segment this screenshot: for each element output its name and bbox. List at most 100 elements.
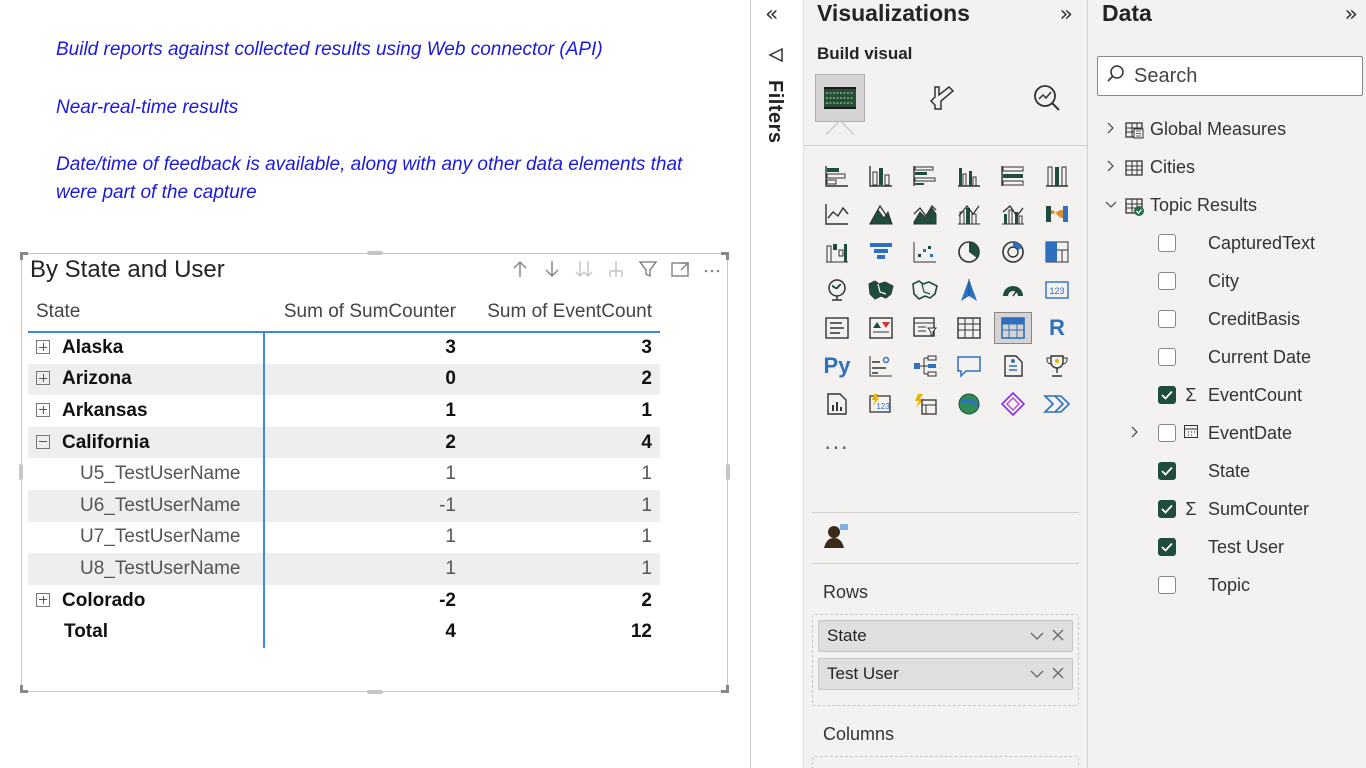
field-checkbox[interactable] [1158, 348, 1176, 366]
table-icon[interactable] [950, 312, 988, 344]
slicer-icon[interactable] [906, 312, 944, 344]
expand-hierarchy-icon[interactable] [605, 258, 627, 280]
expand-plus-icon[interactable] [36, 340, 50, 355]
clustered-bar-chart-icon[interactable] [906, 160, 944, 192]
resize-handle-bottom-right[interactable] [721, 685, 729, 693]
paginated-report-icon[interactable] [818, 388, 856, 420]
multi-row-card-icon[interactable] [818, 312, 856, 344]
field-state[interactable]: State [1088, 453, 1366, 489]
collapse-minus-icon[interactable] [36, 434, 50, 449]
filter-icon[interactable] [637, 258, 659, 280]
area-chart-icon[interactable] [862, 198, 900, 230]
field-checkbox[interactable] [1158, 500, 1176, 518]
chevron-right-icon[interactable] [1104, 159, 1118, 176]
expand-plus-icon[interactable] [36, 371, 50, 386]
field-sumcounter[interactable]: Σ SumCounter [1088, 491, 1366, 527]
donut-chart-icon[interactable] [994, 236, 1032, 268]
double-arrow-down-icon[interactable] [573, 258, 595, 280]
column-header-sum-of-eventcount[interactable]: Sum of EventCount [464, 292, 660, 333]
field-creditbasis[interactable]: CreditBasis [1088, 301, 1366, 337]
field-checkbox[interactable] [1158, 310, 1176, 328]
rows-field-well[interactable]: State Test User [812, 614, 1079, 706]
custom-visual-icon[interactable] [820, 520, 852, 552]
build-visual-tab-icon[interactable] [815, 74, 865, 122]
state-name-cell[interactable]: Arkansas [28, 395, 265, 427]
field-checkbox[interactable] [1158, 424, 1176, 442]
arcgis-map-icon[interactable] [950, 388, 988, 420]
chevron-right-icon[interactable] [1104, 121, 1118, 138]
field-topic[interactable]: Topic [1088, 567, 1366, 603]
shape-map-icon[interactable] [906, 274, 944, 306]
column-header-sum-of-sumcounter[interactable]: Sum of SumCounter [264, 292, 464, 333]
resize-handle-bottom-left[interactable] [20, 685, 28, 693]
field-checkbox[interactable] [1158, 538, 1176, 556]
line-and-stacked-column-chart-icon[interactable] [950, 198, 988, 230]
table-node-topic-results[interactable]: Topic Results [1088, 187, 1366, 223]
user-name-cell[interactable]: U5_TestUserName [28, 458, 265, 490]
user-name-cell[interactable]: U7_TestUserName [28, 521, 265, 554]
state-name-cell[interactable]: California [28, 426, 265, 459]
power-automate-visual-icon[interactable] [906, 388, 944, 420]
user-name-cell[interactable]: U8_TestUserName [28, 553, 265, 585]
field-checkbox[interactable] [1158, 386, 1176, 404]
smart-narrative-icon[interactable] [994, 350, 1032, 382]
scatter-chart-icon[interactable] [906, 236, 944, 268]
waterfall-chart-icon[interactable] [818, 236, 856, 268]
line-chart-icon[interactable] [818, 198, 856, 230]
power-apps-visual-icon[interactable]: 123 [862, 388, 900, 420]
state-name-cell[interactable]: Alaska [28, 332, 265, 364]
more-options-icon[interactable] [701, 258, 723, 280]
filled-map-icon[interactable] [862, 274, 900, 306]
collapse-filters-icon[interactable]: « [765, 2, 778, 27]
power-automate-icon[interactable] [1038, 388, 1076, 420]
get-more-visuals-icon[interactable]: ... [818, 426, 856, 458]
format-visual-tab-icon[interactable] [917, 74, 967, 122]
field-test-user[interactable]: Test User [1088, 529, 1366, 565]
chevron-right-icon[interactable] [1128, 425, 1142, 442]
state-name-cell[interactable]: Arizona [28, 363, 265, 396]
card-icon[interactable]: 123 [1038, 274, 1076, 306]
arrow-down-icon[interactable] [541, 258, 563, 280]
column-header-state[interactable]: State [28, 292, 264, 333]
resize-handle-top-left[interactable] [20, 252, 28, 260]
resize-handle-top[interactable] [367, 251, 383, 255]
100-percent-bar-chart-icon[interactable] [994, 160, 1032, 192]
field-city[interactable]: City [1088, 263, 1366, 299]
stacked-column-chart-icon[interactable] [862, 160, 900, 192]
qa-visual-icon[interactable] [950, 350, 988, 382]
field-capturedtext[interactable]: CapturedText [1088, 225, 1366, 261]
chevron-down-icon[interactable] [1104, 197, 1118, 213]
treemap-icon[interactable] [1038, 236, 1076, 268]
analytics-tab-icon[interactable] [1022, 74, 1072, 122]
expand-plus-icon[interactable] [36, 592, 50, 607]
pie-chart-icon[interactable] [950, 236, 988, 268]
clustered-column-chart-icon[interactable] [950, 160, 988, 192]
field-current-date[interactable]: Current Date [1088, 339, 1366, 375]
table-node-cities[interactable]: Cities [1088, 149, 1366, 185]
columns-field-well[interactable] [812, 756, 1079, 768]
matrix-icon[interactable] [994, 312, 1032, 344]
arrow-up-icon[interactable] [509, 258, 531, 280]
funnel-chart-icon[interactable] [862, 236, 900, 268]
field-eventcount[interactable]: Σ EventCount [1088, 377, 1366, 413]
field-eventdate[interactable]: EventDate [1088, 415, 1366, 451]
resize-handle-right[interactable] [726, 464, 730, 480]
ribbon-chart-icon[interactable] [1038, 198, 1076, 230]
search-input[interactable] [1134, 64, 1334, 88]
field-checkbox[interactable] [1158, 462, 1176, 480]
field-checkbox[interactable] [1158, 234, 1176, 252]
state-name-cell[interactable]: Colorado [28, 584, 265, 617]
azure-map-icon[interactable] [950, 274, 988, 306]
chevron-down-icon[interactable] [1030, 666, 1044, 683]
table-node-global-measures[interactable]: Global Measures [1088, 111, 1366, 147]
line-and-clustered-column-chart-icon[interactable] [994, 198, 1032, 230]
gauge-icon[interactable] [994, 274, 1032, 306]
field-checkbox[interactable] [1158, 576, 1176, 594]
resize-handle-left[interactable] [19, 464, 23, 480]
rows-field-test-user[interactable]: Test User [818, 658, 1073, 690]
close-icon[interactable] [1052, 628, 1064, 645]
close-icon[interactable] [1052, 666, 1064, 683]
map-icon[interactable] [818, 274, 856, 306]
decomposition-tree-icon[interactable] [906, 350, 944, 382]
stacked-area-chart-icon[interactable] [906, 198, 944, 230]
